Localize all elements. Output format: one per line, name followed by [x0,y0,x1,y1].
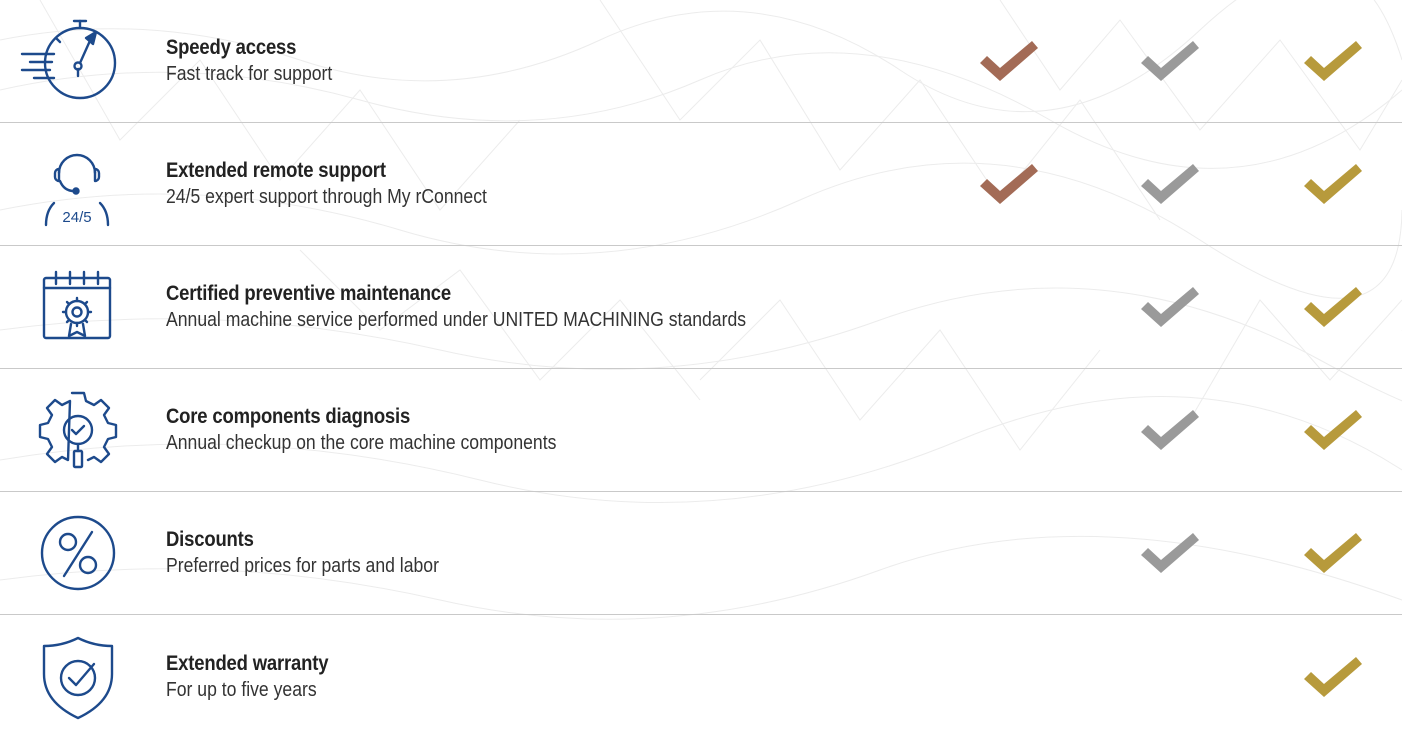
check-icon-tier-2 [1139,162,1201,206]
feature-row-core-components-diagnosis: Core components diagnosis Annual checkup… [0,369,1402,492]
feature-description: Annual checkup on the core machine compo… [166,432,557,454]
feature-description: Annual machine service performed under U… [166,309,747,331]
feature-description: Fast track for support [166,63,333,85]
check-icon-tier-2 [1139,531,1201,575]
percent-discount-icon [16,508,120,598]
feature-title: Certified preventive maintenance [166,282,452,305]
feature-row-extended-remote-support: 24/5 Extended remote support 24/5 expert… [0,123,1402,246]
check-icon-tier-3 [1302,408,1364,452]
headset-24-5-label: 24/5 [62,209,91,226]
feature-row-extended-warranty: Extended warranty For up to five years [0,615,1402,731]
check-icon-tier-3 [1302,39,1364,83]
check-icon-tier-2 [1139,39,1201,83]
shield-check-icon [16,632,120,722]
calendar-gear-certified-icon [16,262,120,352]
check-icon-tier-3 [1302,531,1364,575]
check-icon-tier-2 [1139,285,1201,329]
feature-description: For up to five years [166,678,317,701]
feature-title: Extended remote support [166,159,386,182]
feature-title: Speedy access [166,36,297,59]
feature-comparison-table: Speedy access Fast track for support 24/… [0,0,1402,731]
feature-row-certified-preventive-maintenance: Certified preventive maintenance Annual … [0,246,1402,369]
feature-row-speedy-access: Speedy access Fast track for support [0,0,1402,123]
check-icon-tier-2 [1139,408,1201,452]
feature-title: Core components diagnosis [166,405,411,428]
feature-title: Discounts [166,528,254,551]
check-icon-tier-3 [1302,655,1364,699]
check-icon-tier-1 [978,162,1040,206]
feature-title: Extended warranty [166,651,329,675]
headset-support-icon: 24/5 [16,139,120,229]
feature-row-discounts: Discounts Preferred prices for parts and… [0,492,1402,615]
stopwatch-speed-icon [16,16,120,106]
feature-description: 24/5 expert support through My rConnect [166,186,487,208]
gear-magnifier-check-icon [16,385,120,475]
check-icon-tier-3 [1302,162,1364,206]
feature-description: Preferred prices for parts and labor [166,555,439,577]
check-icon-tier-3 [1302,285,1364,329]
check-icon-tier-1 [978,39,1040,83]
